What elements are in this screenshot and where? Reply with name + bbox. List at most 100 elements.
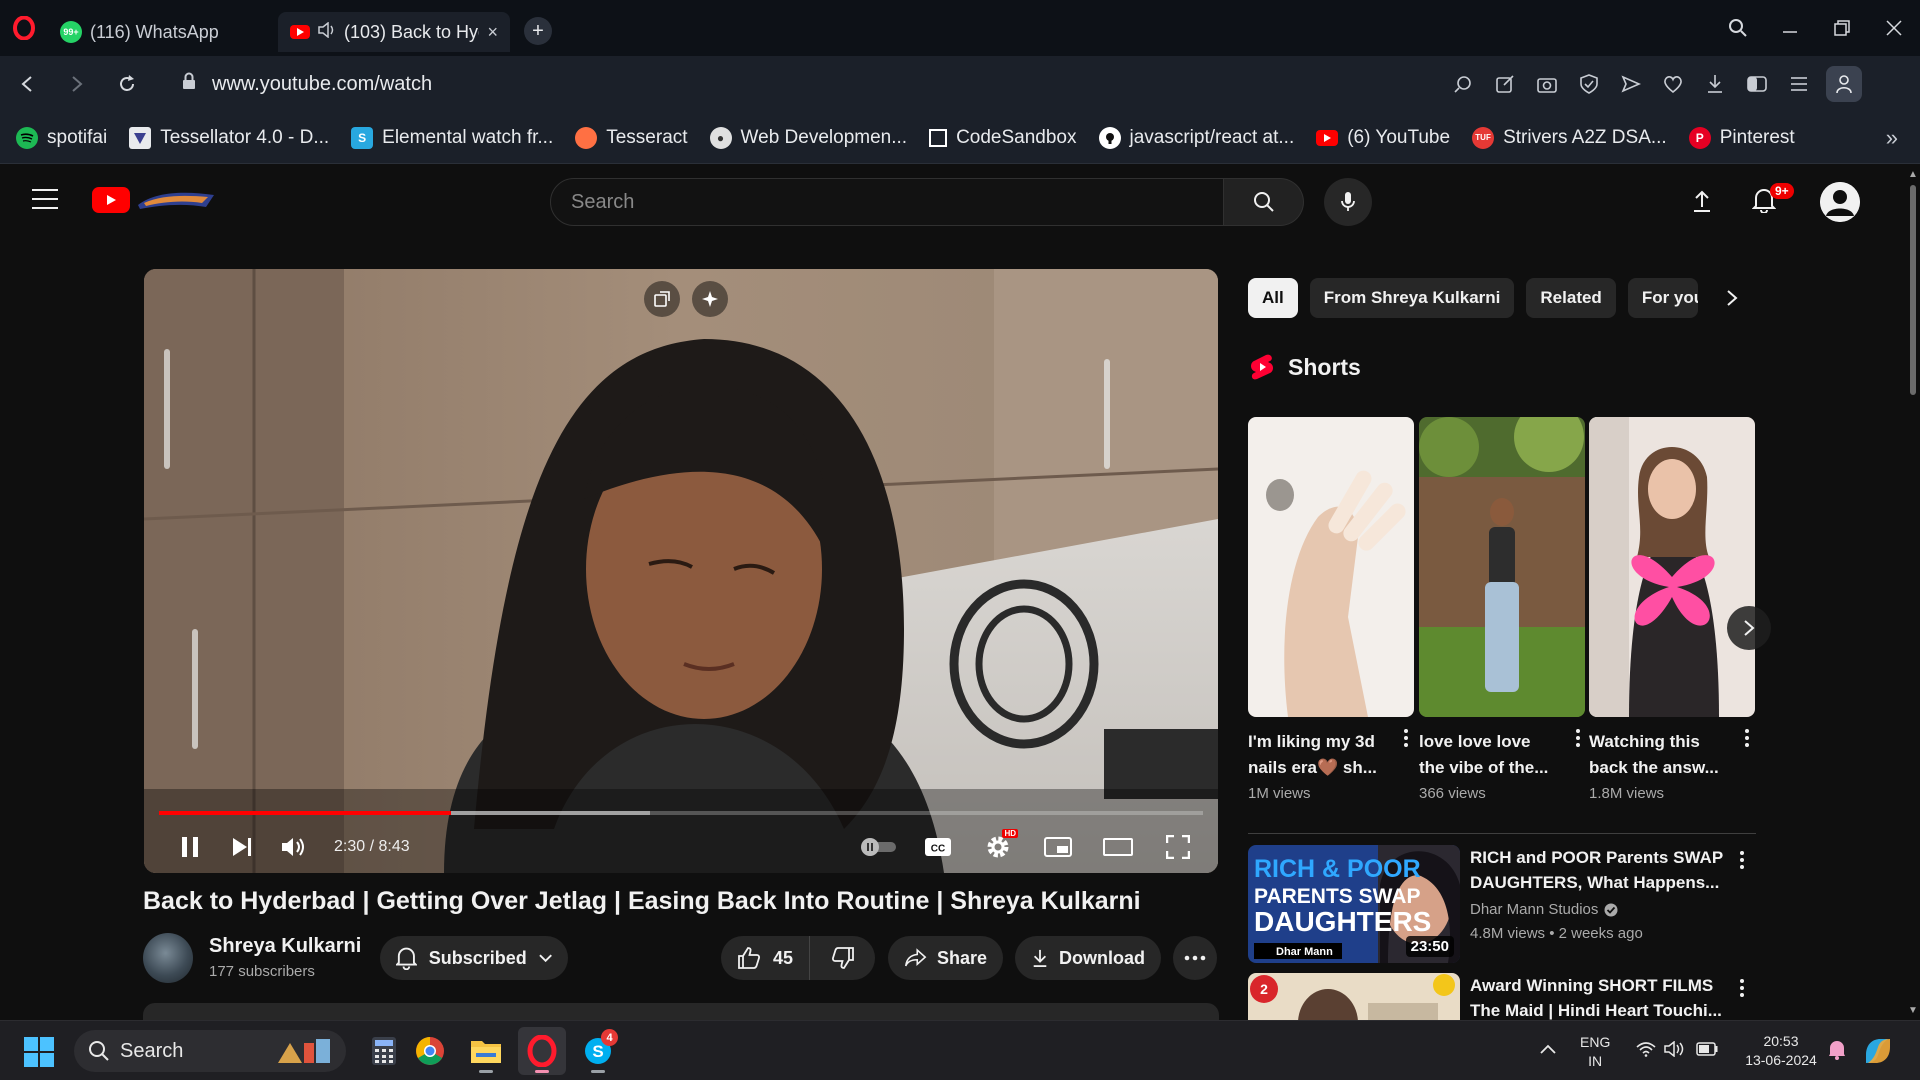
volume-button[interactable] bbox=[268, 821, 320, 873]
snapshot-edit-icon[interactable] bbox=[1484, 56, 1526, 112]
bookmark-elemental[interactable]: S Elemental watch fr... bbox=[351, 126, 553, 149]
recommendation-item[interactable]: 2 Award Winning SHORT FILMS The Maid | H… bbox=[1248, 973, 1758, 1020]
recommendation-channel[interactable]: Dhar Mann Studios bbox=[1470, 901, 1618, 918]
short-menu-icon[interactable] bbox=[1396, 729, 1416, 747]
more-bookmarks-icon[interactable]: » bbox=[1886, 112, 1898, 164]
chip-for-you[interactable]: For you bbox=[1627, 278, 1698, 318]
short-title-line-2[interactable]: nails era🤎 sh... bbox=[1248, 755, 1408, 781]
miniplayer-button[interactable] bbox=[1032, 821, 1084, 873]
sparkle-ai-icon[interactable] bbox=[692, 281, 728, 317]
short-title-line-1[interactable]: I'm liking my 3d bbox=[1248, 729, 1408, 755]
create-upload-icon[interactable] bbox=[1692, 189, 1712, 218]
opera-menu-icon[interactable] bbox=[0, 0, 48, 56]
chips-next-button[interactable] bbox=[1712, 278, 1752, 318]
theater-mode-button[interactable] bbox=[1092, 821, 1144, 873]
taskbar-calculator[interactable] bbox=[360, 1027, 408, 1075]
volume-tray-icon[interactable] bbox=[1664, 1040, 1686, 1062]
taskbar-skype[interactable]: S 4 bbox=[574, 1027, 622, 1075]
easy-setup-icon[interactable] bbox=[1736, 56, 1778, 112]
page-scrollbar[interactable]: ▲ ▼ bbox=[1906, 165, 1920, 1020]
bookmark-webdev[interactable]: ● Web Developmen... bbox=[709, 126, 907, 149]
more-actions-button[interactable] bbox=[1173, 936, 1217, 980]
search-input[interactable]: Search bbox=[550, 178, 1224, 226]
taskbar-search[interactable]: Search bbox=[74, 1030, 346, 1072]
like-button[interactable]: 45 bbox=[721, 936, 811, 980]
shield-icon[interactable] bbox=[1568, 56, 1610, 112]
recommendation-menu-icon[interactable] bbox=[1740, 979, 1744, 997]
battery-icon[interactable] bbox=[1696, 1042, 1718, 1061]
chip-related[interactable]: Related bbox=[1526, 278, 1616, 318]
scrollbar-thumb[interactable] bbox=[1910, 185, 1916, 395]
download-button[interactable]: Download bbox=[1015, 936, 1161, 980]
minimize-icon[interactable] bbox=[1764, 0, 1816, 56]
bookmark-pinterest[interactable]: P Pinterest bbox=[1688, 126, 1795, 149]
chip-from-channel[interactable]: From Shreya Kulkarni bbox=[1309, 278, 1515, 318]
heart-icon[interactable] bbox=[1652, 56, 1694, 112]
taskbar-chrome[interactable] bbox=[406, 1027, 454, 1075]
pause-button[interactable] bbox=[164, 821, 216, 873]
dislike-button[interactable] bbox=[810, 946, 875, 970]
settings-button[interactable]: HD bbox=[972, 821, 1024, 873]
short-title-line-2[interactable]: the vibe of the... bbox=[1419, 755, 1579, 781]
short-thumbnail[interactable] bbox=[1589, 417, 1755, 717]
tray-overflow-icon[interactable] bbox=[1540, 1041, 1556, 1059]
download-icon[interactable] bbox=[1694, 56, 1736, 112]
taskbar-file-explorer[interactable] bbox=[462, 1027, 510, 1075]
menu-lines-icon[interactable] bbox=[1778, 56, 1820, 112]
account-avatar[interactable] bbox=[1820, 182, 1860, 222]
recommendation-title[interactable]: Award Winning SHORT FILMS The Maid | Hin… bbox=[1470, 973, 1732, 1020]
close-window-icon[interactable] bbox=[1868, 0, 1920, 56]
bookmark-spotifai[interactable]: spotifai bbox=[16, 126, 107, 149]
new-tab-button[interactable]: + bbox=[524, 17, 552, 45]
notification-bell-icon[interactable] bbox=[1828, 1040, 1846, 1065]
tab-whatsapp[interactable]: 99+ (116) WhatsApp bbox=[48, 12, 278, 52]
wifi-icon[interactable] bbox=[1636, 1041, 1656, 1062]
chip-all[interactable]: All bbox=[1248, 278, 1298, 318]
bookmark-codesandbox[interactable]: CodeSandbox bbox=[929, 127, 1077, 149]
input-language[interactable]: ENG IN bbox=[1580, 1033, 1610, 1071]
short-title-line-2[interactable]: back the answ... bbox=[1589, 755, 1749, 781]
camera-icon[interactable] bbox=[1526, 56, 1568, 112]
search-button[interactable] bbox=[1224, 178, 1304, 226]
miniplayer-popout-icon[interactable] bbox=[644, 281, 680, 317]
share-button[interactable]: Share bbox=[888, 936, 1003, 980]
channel-name[interactable]: Shreya Kulkarni bbox=[209, 935, 361, 958]
short-title-line-1[interactable]: Watching this bbox=[1589, 729, 1749, 755]
recommendation-title[interactable]: RICH and POOR Parents SWAP DAUGHTERS, Wh… bbox=[1470, 845, 1732, 895]
restore-icon[interactable] bbox=[1816, 0, 1868, 56]
subscribed-button[interactable]: Subscribed bbox=[380, 936, 568, 980]
back-icon[interactable] bbox=[2, 56, 52, 112]
bookmark-github[interactable]: javascript/react at... bbox=[1098, 126, 1294, 149]
progress-bar[interactable] bbox=[159, 811, 1203, 815]
short-menu-icon[interactable] bbox=[1737, 729, 1757, 747]
video-player[interactable]: 2:30 / 8:43 CC HD bbox=[144, 269, 1218, 873]
send-icon[interactable] bbox=[1610, 56, 1652, 112]
shorts-next-button[interactable] bbox=[1727, 606, 1771, 650]
recommendation-thumbnail[interactable]: 2 bbox=[1248, 973, 1460, 1020]
next-button[interactable] bbox=[216, 821, 268, 873]
taskbar-opera[interactable] bbox=[518, 1027, 566, 1075]
scroll-down-icon[interactable]: ▼ bbox=[1908, 1005, 1918, 1016]
short-thumbnail[interactable] bbox=[1248, 417, 1414, 717]
voice-search-button[interactable] bbox=[1324, 178, 1372, 226]
short-menu-icon[interactable] bbox=[1568, 729, 1588, 747]
short-title-line-1[interactable]: love love love bbox=[1419, 729, 1579, 755]
reload-icon[interactable] bbox=[102, 56, 152, 112]
autoplay-toggle[interactable] bbox=[852, 821, 904, 873]
tab-youtube-video[interactable]: (103) Back to Hyderbad | Getting Over Je… bbox=[278, 12, 510, 52]
scroll-up-icon[interactable]: ▲ bbox=[1908, 169, 1918, 180]
fullscreen-button[interactable] bbox=[1152, 821, 1204, 873]
bookmark-youtube[interactable]: (6) YouTube bbox=[1316, 127, 1450, 149]
recommendation-item[interactable]: RICH & POOR PARENTS SWAP DAUGHTERS Dhar … bbox=[1248, 845, 1758, 965]
youtube-logo[interactable] bbox=[92, 187, 216, 213]
bookmark-strivers[interactable]: TUF Strivers A2Z DSA... bbox=[1472, 126, 1667, 149]
channel-avatar[interactable] bbox=[143, 933, 193, 983]
short-thumbnail[interactable] bbox=[1419, 417, 1585, 717]
url-field[interactable]: www.youtube.com/watch bbox=[182, 72, 432, 96]
captions-button[interactable]: CC bbox=[912, 821, 964, 873]
copilot-icon[interactable] bbox=[1862, 1035, 1894, 1072]
profile-icon[interactable] bbox=[1826, 66, 1862, 102]
clock[interactable]: 20:53 13-06-2024 bbox=[1738, 1032, 1824, 1070]
lens-search-icon[interactable] bbox=[1442, 56, 1484, 112]
windows-start-icon[interactable] bbox=[24, 1037, 54, 1072]
